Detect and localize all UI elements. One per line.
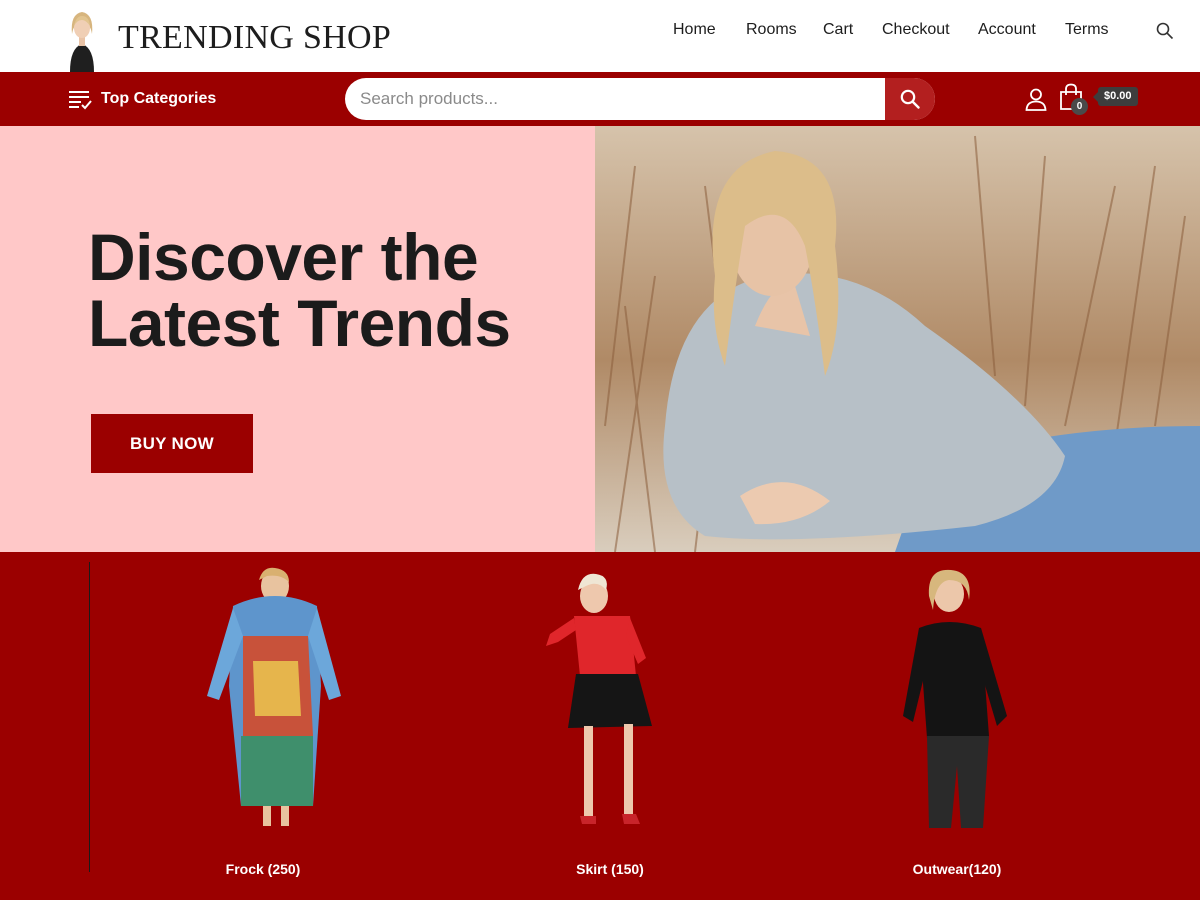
frock-model-image bbox=[207, 567, 341, 826]
site-logo-text[interactable]: TRENDING SHOP bbox=[118, 19, 391, 57]
category-card-skirt[interactable]: Skirt (150) bbox=[510, 566, 710, 877]
outwear-model-image bbox=[903, 569, 1007, 828]
logo-portrait-icon[interactable] bbox=[56, 8, 108, 72]
hero-banner: Discover the Latest Trends BUY NOW bbox=[0, 126, 595, 552]
hero-image bbox=[595, 126, 1200, 552]
search-submit-button[interactable] bbox=[885, 78, 935, 120]
nav-rooms[interactable]: Rooms bbox=[746, 21, 797, 43]
top-categories-button[interactable]: Top Categories bbox=[101, 90, 216, 108]
nav-home[interactable]: Home bbox=[673, 21, 716, 43]
buy-now-button[interactable]: BUY NOW bbox=[91, 414, 253, 473]
site-header: TRENDING SHOP Home Rooms Cart Checkout A… bbox=[0, 0, 1200, 72]
category-showcase: Frock (250) Skirt (150) Outwear(120) bbox=[0, 552, 1200, 900]
nav-cart[interactable]: Cart bbox=[823, 21, 853, 43]
product-search-form bbox=[345, 78, 935, 120]
cart-total-badge[interactable]: $0.00 bbox=[1093, 87, 1138, 106]
hero-title-line-1: Discover the bbox=[88, 220, 479, 294]
category-label-skirt[interactable]: Skirt (150) bbox=[510, 861, 710, 877]
search-icon bbox=[900, 89, 920, 109]
hero-title-line-2: Latest Trends bbox=[88, 286, 511, 360]
category-card-outwear[interactable]: Outwear(120) bbox=[857, 566, 1057, 877]
header-search-icon[interactable] bbox=[1156, 22, 1174, 40]
hero-title: Discover the Latest Trends bbox=[88, 224, 568, 356]
category-card-frock[interactable]: Frock (250) bbox=[163, 566, 363, 877]
user-icon[interactable] bbox=[1024, 87, 1048, 111]
nav-checkout[interactable]: Checkout bbox=[882, 21, 950, 43]
cart-count-badge: 0 bbox=[1071, 98, 1088, 115]
category-label-frock[interactable]: Frock (250) bbox=[163, 861, 363, 877]
category-search-bar: Top Categories 0 $0.00 bbox=[0, 72, 1200, 126]
category-label-outwear[interactable]: Outwear(120) bbox=[857, 861, 1057, 877]
category-divider bbox=[89, 562, 90, 872]
list-check-icon[interactable] bbox=[68, 90, 92, 110]
nav-terms[interactable]: Terms bbox=[1065, 21, 1109, 43]
skirt-model-image bbox=[546, 573, 652, 824]
nav-account[interactable]: Account bbox=[978, 21, 1036, 43]
product-search-input[interactable] bbox=[345, 78, 885, 120]
